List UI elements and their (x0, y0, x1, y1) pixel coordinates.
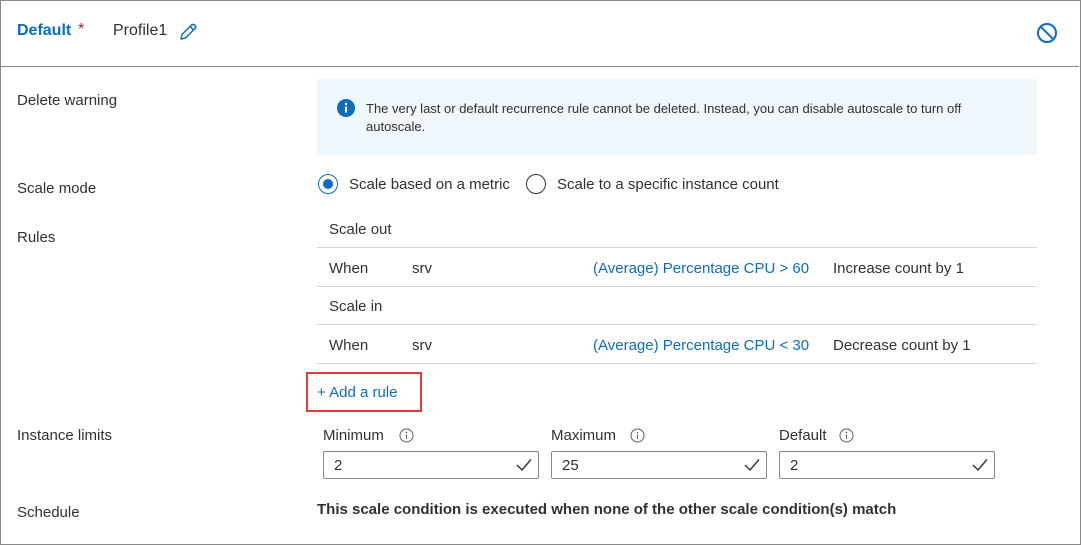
required-mark: * (78, 21, 85, 38)
maximum-label: Maximum (551, 427, 617, 444)
check-icon (516, 459, 532, 472)
check-icon (744, 459, 760, 472)
delete-warning-text: The very last or default recurrence rule… (366, 101, 962, 134)
minimum-field[interactable] (334, 455, 504, 475)
scale-in-title: Scale in (329, 298, 383, 315)
info-icon (337, 99, 355, 117)
add-rule-link[interactable]: + Add a rule (317, 384, 397, 401)
scale-metric-label[interactable]: Scale based on a metric (349, 176, 510, 193)
scale-out-action: Increase count by 1 (833, 260, 964, 277)
scale-out-title: Scale out (329, 221, 392, 238)
minimum-input[interactable] (323, 451, 539, 479)
delete-warning-label: Delete warning (17, 92, 118, 109)
pencil-icon[interactable] (178, 22, 198, 42)
condition-name: Default (17, 22, 72, 39)
scale-metric-radio[interactable] (318, 174, 338, 194)
scale-instance-count-radio[interactable] (526, 174, 546, 194)
schedule-text: This scale condition is executed when no… (317, 501, 897, 518)
rules-label: Rules (17, 229, 56, 246)
scale-in-action: Decrease count by 1 (833, 337, 971, 354)
maximum-info-icon[interactable] (630, 428, 645, 443)
condition-header: Default * Profile1 (0, 0, 1079, 67)
minimum-info-icon[interactable] (399, 428, 414, 443)
rules-divider (317, 324, 1037, 325)
default-info-icon[interactable] (839, 428, 854, 443)
scale-instance-count-label[interactable]: Scale to a specific instance count (557, 176, 779, 193)
scale-mode-label: Scale mode (17, 180, 97, 197)
scale-out-condition-link[interactable]: (Average) Percentage CPU > 60 (593, 260, 809, 277)
rules-divider (317, 363, 1037, 364)
check-icon (972, 459, 988, 472)
minimum-label: Minimum (323, 427, 384, 444)
scale-in-resource: srv (412, 337, 432, 354)
maximum-input[interactable] (551, 451, 767, 479)
scale-in-when: When (329, 337, 369, 354)
instance-limits-label: Instance limits (17, 427, 113, 444)
scale-out-resource: srv (412, 260, 432, 277)
schedule-label: Schedule (17, 504, 80, 521)
default-input[interactable] (779, 451, 995, 479)
default-field[interactable] (790, 455, 960, 475)
maximum-field[interactable] (562, 455, 732, 475)
default-label: Default (779, 427, 827, 444)
scale-out-when: When (329, 260, 369, 277)
disable-icon[interactable] (1036, 22, 1058, 44)
scale-in-condition-link[interactable]: (Average) Percentage CPU < 30 (593, 337, 809, 354)
rules-divider (317, 286, 1037, 287)
profile-name: Profile1 (113, 22, 168, 39)
rules-divider (317, 247, 1037, 248)
